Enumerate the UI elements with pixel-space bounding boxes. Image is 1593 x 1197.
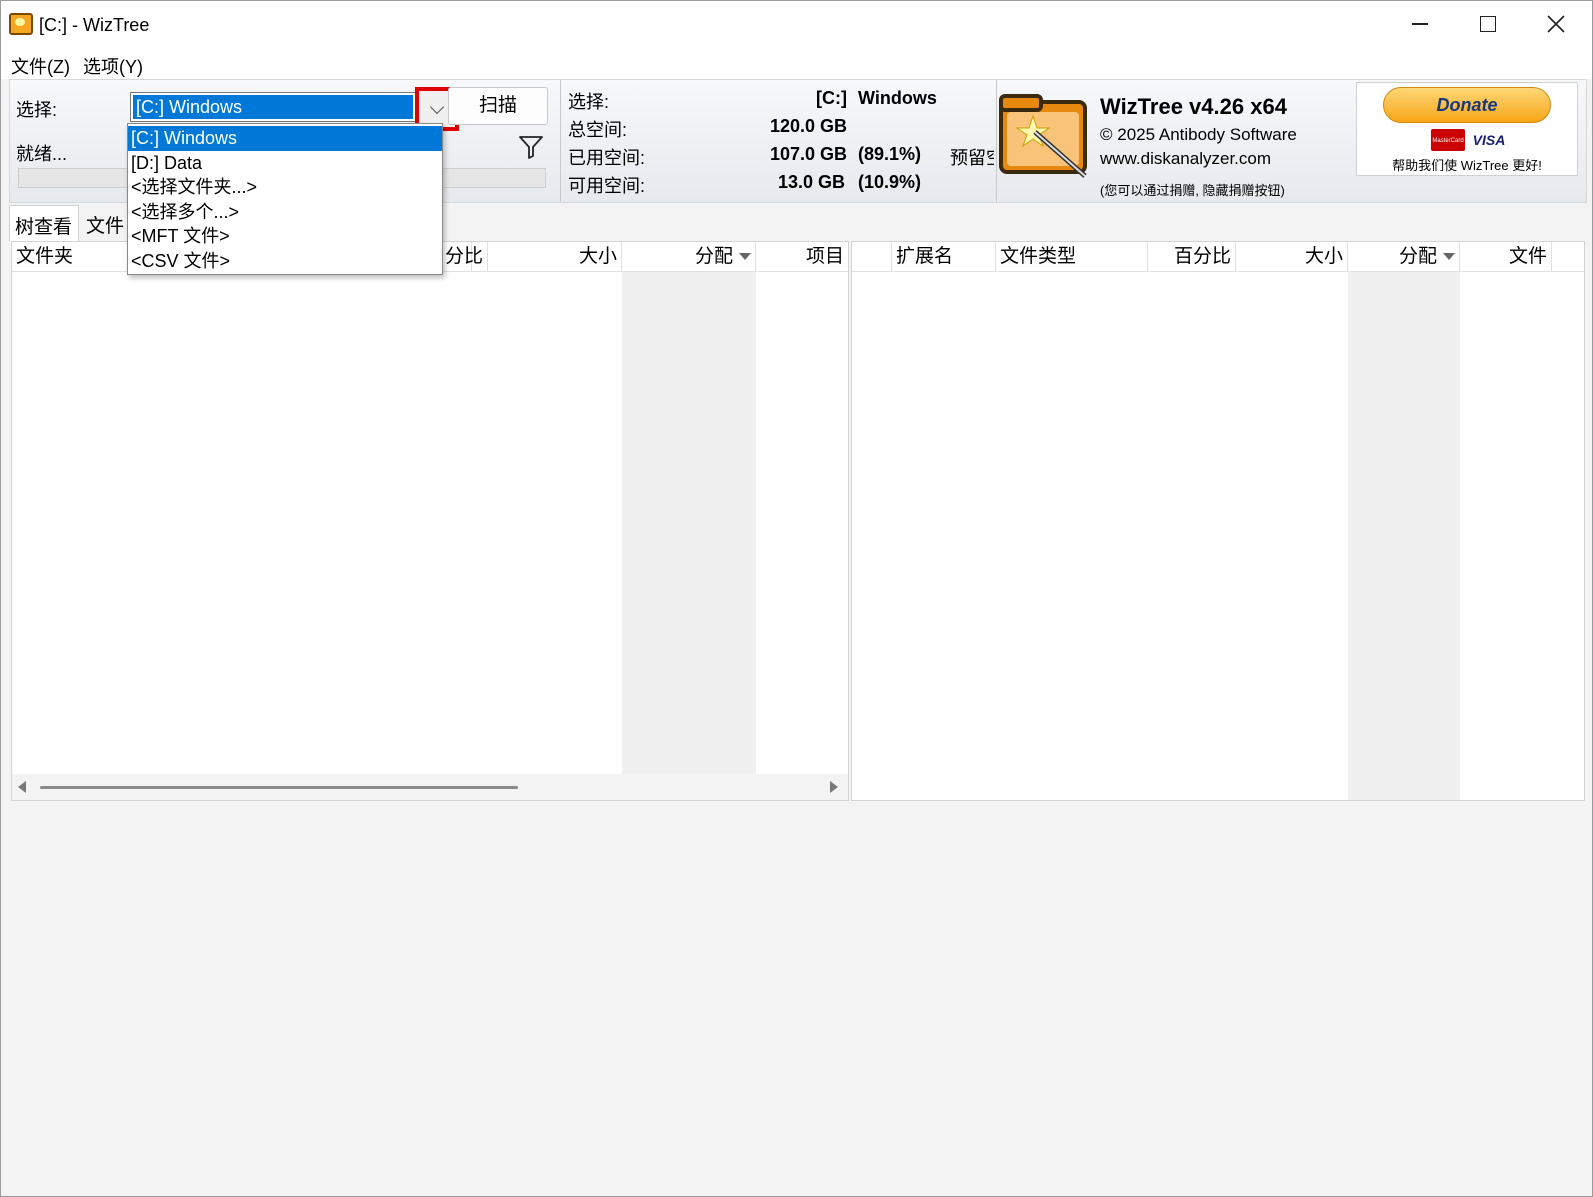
- col-extension-label: 扩展名: [896, 246, 954, 267]
- info-select-label: 选择:: [568, 92, 610, 112]
- minimize-icon: [1412, 23, 1428, 25]
- wiztree-logo-icon[interactable]: [997, 88, 1093, 180]
- dropdown-item-c-windows[interactable]: [C:] Windows: [128, 126, 442, 151]
- maximize-button[interactable]: [1454, 1, 1522, 47]
- select-label: 选择:: [16, 100, 58, 120]
- mastercard-label: MasterCard: [1432, 138, 1464, 144]
- col-folder-label: 文件夹: [16, 246, 74, 267]
- drive-select-combo[interactable]: [C:] Windows: [130, 87, 459, 131]
- dropdown-item-d-data[interactable]: [D:] Data: [128, 151, 442, 176]
- col-allocated-label: 分配: [1398, 246, 1437, 267]
- mastercard-icon: MasterCard: [1431, 129, 1465, 151]
- product-name: WizTree v4.26 x64: [1100, 94, 1287, 119]
- col-icon[interactable]: [852, 242, 892, 272]
- minimize-button[interactable]: [1386, 1, 1454, 47]
- website-link[interactable]: www.diskanalyzer.com: [1100, 149, 1271, 169]
- visa-icon: VISA: [1469, 129, 1509, 151]
- col-size[interactable]: 大小: [488, 242, 622, 272]
- window-title: [C:] - WizTree: [39, 15, 150, 35]
- scroll-right-icon[interactable]: [830, 781, 838, 793]
- sorted-column-shade: [622, 272, 756, 774]
- col-percent[interactable]: 百分比: [1148, 242, 1236, 272]
- dropdown-item-select-multiple[interactable]: <选择多个...>: [128, 200, 442, 225]
- used-space-label: 已用空间:: [568, 148, 646, 168]
- col-percent-label: 分比: [444, 246, 483, 267]
- donate-button[interactable]: Donate: [1383, 87, 1551, 123]
- types-header-row: 扩展名 文件类型 百分比 大小 分配 文件: [852, 242, 1584, 272]
- tree-view-pane: 文件夹 分比 大小 分配 项目: [11, 241, 849, 801]
- close-icon: [1547, 15, 1565, 33]
- dropdown-item-select-folder[interactable]: <选择文件夹...>: [128, 175, 442, 200]
- col-extension[interactable]: 扩展名: [892, 242, 996, 272]
- sort-desc-icon: [739, 253, 751, 261]
- col-items[interactable]: 项目: [756, 242, 848, 272]
- col-items-label: 项目: [805, 246, 844, 267]
- reserved-space-label: 预留空: [950, 148, 994, 168]
- sorted-column-shade: [1348, 272, 1460, 800]
- visa-label: VISA: [1472, 132, 1506, 148]
- divider: [560, 80, 561, 202]
- scroll-left-icon[interactable]: [18, 781, 26, 793]
- tab-files[interactable]: 文件: [81, 205, 129, 241]
- status-text: 就绪...: [16, 144, 68, 164]
- col-size-label: 大小: [1304, 246, 1343, 267]
- free-space-label: 可用空间:: [568, 176, 646, 196]
- col-allocated-label: 分配: [694, 246, 733, 267]
- menu-bar: 文件(Z) 选项(Y): [1, 47, 1592, 79]
- donate-note: (您可以通过捐赠, 隐藏捐赠按钮): [1100, 183, 1285, 198]
- copyright-text: © 2025 Antibody Software: [1100, 125, 1297, 144]
- scrollbar-thumb[interactable]: [40, 786, 518, 789]
- dropdown-item-csv-file[interactable]: <CSV 文件>: [128, 249, 442, 274]
- col-file-type[interactable]: 文件类型: [996, 242, 1148, 272]
- filter-icon[interactable]: [518, 134, 544, 160]
- donate-text: 帮助我们使 WizTree 更好!: [1392, 158, 1542, 173]
- donate-panel: Donate MasterCard VISA 帮助我们使 WizTree 更好!: [1356, 82, 1578, 176]
- tab-tree-view[interactable]: 树查看: [9, 205, 79, 241]
- sort-desc-icon: [1443, 253, 1455, 261]
- total-space-label: 总空间:: [568, 120, 628, 140]
- scan-button[interactable]: 扫描: [448, 87, 548, 125]
- col-size-label: 大小: [578, 246, 617, 267]
- dropdown-item-mft-file[interactable]: <MFT 文件>: [128, 224, 442, 249]
- menu-file[interactable]: 文件(Z): [11, 53, 70, 79]
- combo-selected-value[interactable]: [C:] Windows: [133, 95, 413, 119]
- total-space-value: 120.0 GB: [770, 116, 848, 136]
- horizontal-scrollbar[interactable]: [12, 774, 848, 800]
- menu-options[interactable]: 选项(Y): [83, 53, 143, 79]
- chevron-down-icon: [429, 99, 445, 114]
- close-button[interactable]: [1522, 1, 1590, 47]
- col-file-type-label: 文件类型: [1000, 246, 1077, 267]
- free-space-percent: (10.9%): [858, 172, 922, 192]
- maximize-icon: [1480, 16, 1496, 32]
- col-size[interactable]: 大小: [1236, 242, 1348, 272]
- used-space-value: 107.0 GB: [770, 144, 848, 164]
- col-allocated[interactable]: 分配: [622, 242, 756, 272]
- wiztree-window: [C:] - WizTree 文件(Z) 选项(Y) 选择: [C:] Wind…: [0, 0, 1593, 1197]
- title-bar: [C:] - WizTree: [1, 1, 1592, 47]
- col-files-label: 文件: [1508, 246, 1547, 267]
- col-files[interactable]: 文件: [1460, 242, 1552, 272]
- used-space-percent: (89.1%): [858, 144, 922, 164]
- col-allocated[interactable]: 分配: [1348, 242, 1460, 272]
- info-drive: [C:]: [816, 88, 847, 108]
- col-percent-label: 百分比: [1173, 246, 1231, 267]
- wiztree-app-icon: [9, 13, 33, 35]
- free-space-value: 13.0 GB: [778, 172, 846, 192]
- drive-dropdown-list: [C:] Windows [D:] Data <选择文件夹...> <选择多个.…: [127, 123, 443, 275]
- file-types-pane: 扩展名 文件类型 百分比 大小 分配 文件: [851, 241, 1585, 801]
- info-drive-name: Windows: [858, 88, 937, 108]
